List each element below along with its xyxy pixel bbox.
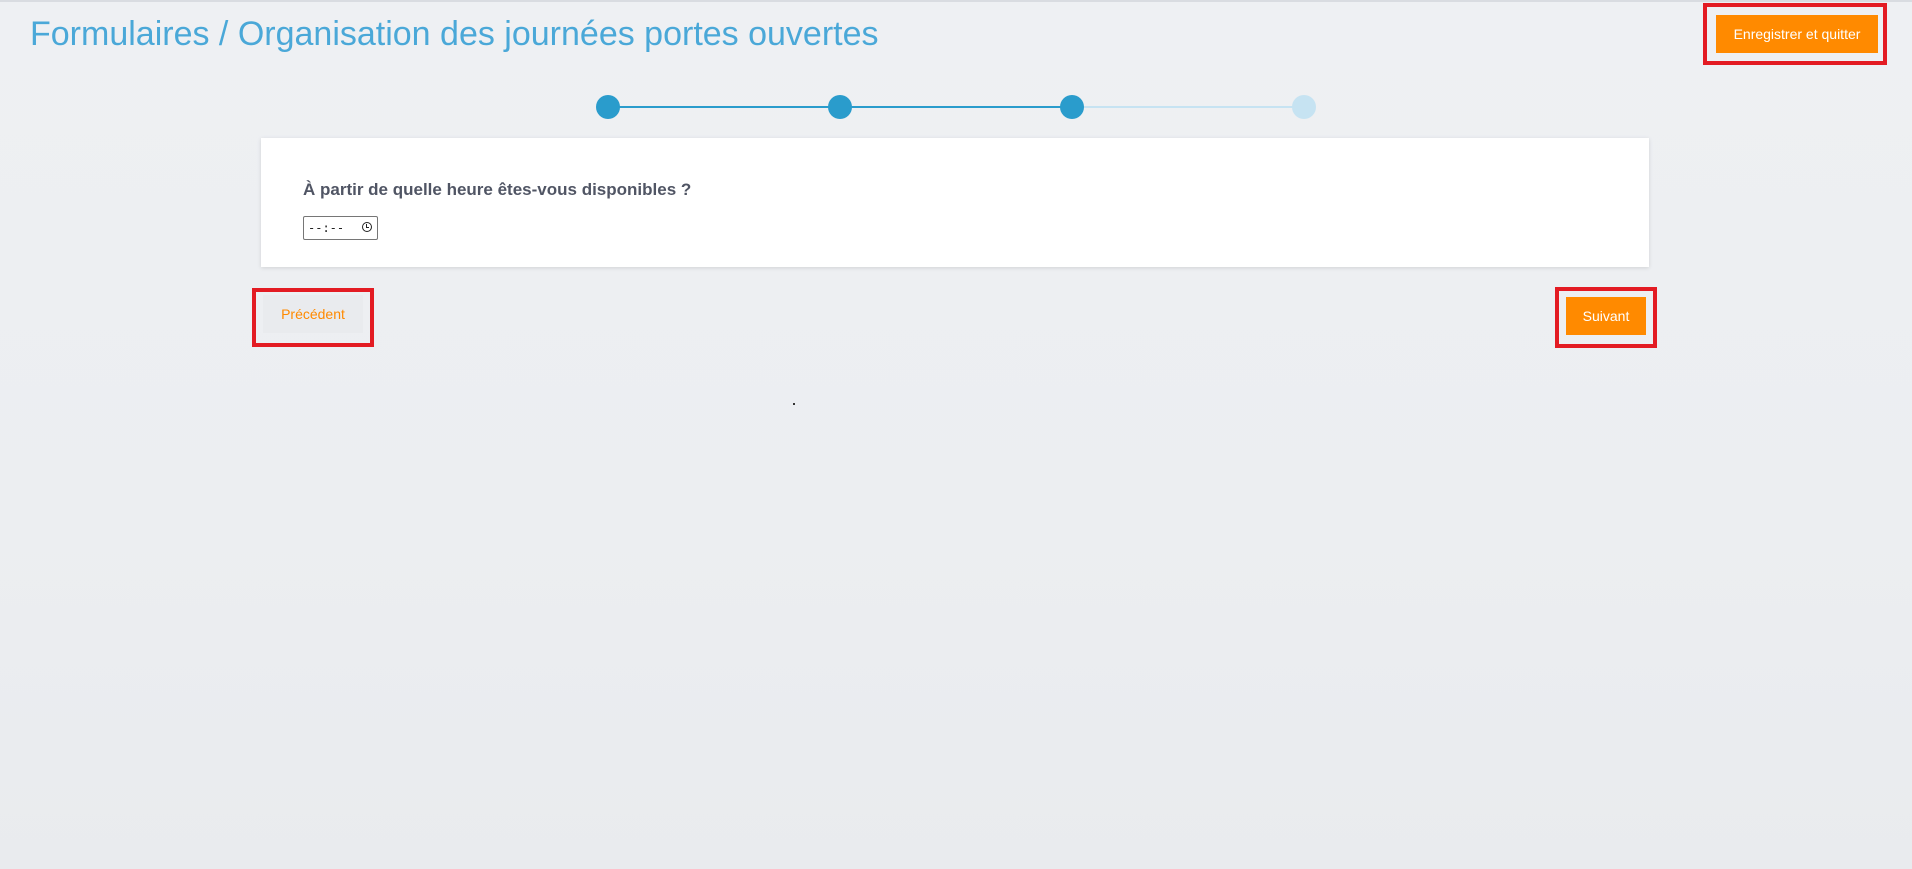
step-4-dot[interactable] [1292, 95, 1316, 119]
step-3-dot[interactable] [1060, 95, 1084, 119]
step-2-dot[interactable] [828, 95, 852, 119]
next-button[interactable]: Suivant [1566, 297, 1646, 335]
step-connector-3 [1072, 106, 1304, 108]
step-connector-2 [840, 106, 1072, 108]
progress-stepper [596, 94, 1316, 120]
question-label: À partir de quelle heure êtes-vous dispo… [303, 180, 692, 199]
time-input[interactable]: --:-- [303, 216, 378, 240]
step-1-dot[interactable] [596, 95, 620, 119]
clock-icon[interactable] [362, 222, 372, 232]
page-title: Formulaires / Organisation des journées … [30, 15, 879, 53]
step-connector-1 [608, 106, 840, 108]
top-border [0, 0, 1912, 2]
stray-dot [793, 403, 795, 405]
time-input-value: --:-- [308, 221, 345, 235]
previous-button[interactable]: Précédent [263, 295, 363, 333]
question-card: À partir de quelle heure êtes-vous dispo… [261, 138, 1649, 267]
save-and-quit-button[interactable]: Enregistrer et quitter [1716, 15, 1878, 53]
